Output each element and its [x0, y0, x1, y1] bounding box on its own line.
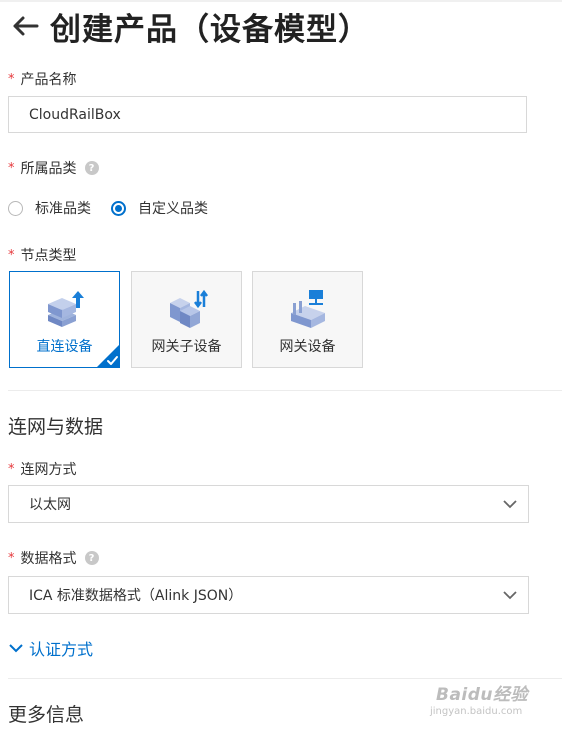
product-name-input[interactable]: CloudRailBox — [8, 96, 527, 133]
chevron-down-icon — [9, 644, 23, 653]
required-mark: * — [8, 247, 15, 263]
chevron-down-icon — [503, 500, 517, 509]
required-mark: * — [8, 461, 15, 477]
watermark-text: Baidu经验 — [436, 685, 529, 705]
section-divider — [8, 390, 562, 391]
back-button[interactable] — [8, 9, 42, 43]
product-name-label: * 产品名称 — [8, 69, 77, 89]
network-method-label: * 连网方式 — [8, 459, 77, 479]
node-type-label: * 节点类型 — [8, 245, 77, 265]
network-method-value: 以太网 — [29, 497, 71, 513]
help-icon[interactable]: ? — [84, 551, 99, 565]
product-name-label-text: 产品名称 — [20, 72, 77, 88]
required-mark: * — [8, 71, 15, 87]
data-format-select[interactable]: ICA 标准数据格式（Alink JSON） — [8, 576, 529, 614]
gateway-subdevice-icon — [170, 289, 208, 328]
arrow-left-icon — [13, 16, 39, 36]
watermark-subtext: jingyan.baidu.com — [430, 706, 523, 717]
radio-checked-icon — [111, 200, 126, 216]
top-border — [0, 0, 562, 2]
product-name-value: CloudRailBox — [29, 106, 121, 123]
category-label: * 所属品类 ? — [8, 158, 99, 178]
baidu-watermark: Baidu经验 jingyan.baidu.com — [430, 680, 560, 722]
data-format-label-text: 数据格式 — [20, 551, 77, 567]
auth-method-label: 认证方式 — [29, 640, 94, 659]
chevron-down-icon — [503, 591, 517, 600]
required-mark: * — [8, 550, 15, 566]
gateway-device-icon — [291, 290, 325, 328]
radio-custom-label: 自定义品类 — [138, 201, 208, 217]
node-type-label-text: 节点类型 — [20, 248, 77, 264]
node-card-label: 网关子设备 — [151, 339, 222, 355]
node-card-gateway-subdevice[interactable]: 网关子设备 — [131, 271, 242, 368]
page-header: 创建产品（设备模型） — [8, 4, 370, 48]
network-method-label-text: 连网方式 — [20, 462, 77, 478]
help-icon[interactable]: ? — [84, 161, 99, 175]
required-mark: * — [8, 160, 15, 176]
category-label-text: 所属品类 — [20, 161, 77, 177]
node-card-direct-device[interactable]: 直连设备 — [9, 271, 120, 368]
radio-standard-category[interactable]: 标准品类 — [8, 198, 91, 218]
data-format-value: ICA 标准数据格式（Alink JSON） — [29, 588, 243, 604]
network-method-select[interactable]: 以太网 — [8, 485, 529, 523]
data-format-label: * 数据格式 ? — [8, 548, 99, 568]
more-info-section-title: 更多信息 — [8, 704, 85, 726]
radio-custom-category[interactable]: 自定义品类 — [111, 198, 208, 218]
node-card-label: 网关设备 — [279, 339, 336, 355]
radio-standard-label: 标准品类 — [35, 201, 91, 217]
auth-method-toggle[interactable]: 认证方式 — [8, 636, 93, 660]
check-corner-icon — [96, 344, 120, 368]
direct-device-icon — [48, 291, 84, 327]
node-card-gateway-device[interactable]: 网关设备 — [252, 271, 363, 368]
section-divider — [8, 678, 562, 679]
network-section-title: 连网与数据 — [8, 416, 104, 438]
page-title: 创建产品（设备模型） — [50, 11, 370, 48]
category-radio-group: 标准品类 自定义品类 — [8, 198, 228, 218]
radio-unchecked-icon — [8, 200, 23, 216]
